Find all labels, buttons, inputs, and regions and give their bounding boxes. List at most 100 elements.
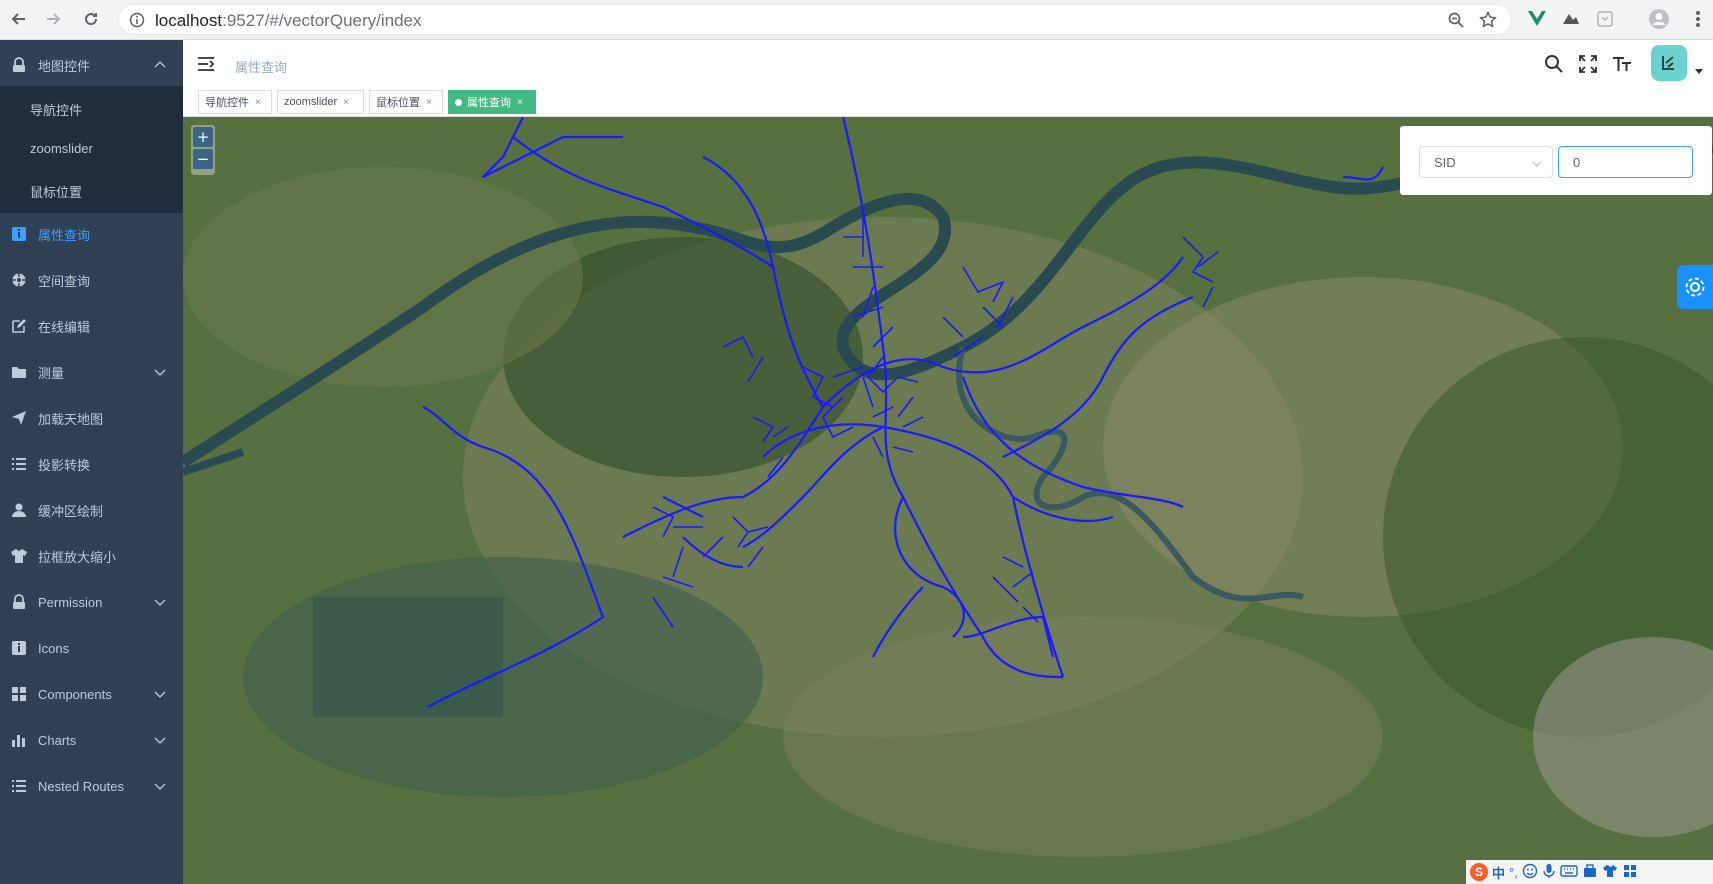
skin-shirt-icon[interactable] [1602, 863, 1618, 882]
sidebar-subitem-item-3[interactable]: 鼠标位置 [0, 168, 183, 213]
emoji-icon[interactable] [1522, 863, 1538, 882]
breadcrumb: 属性查询 [235, 60, 288, 75]
sidebar-item-item-7[interactable]: 测量 [0, 347, 183, 397]
zoom-control: + − [191, 125, 215, 175]
close-icon[interactable]: × [426, 97, 432, 108]
gear-icon [1685, 277, 1705, 297]
ime-language-toggle[interactable]: 中 [1492, 863, 1505, 882]
edit-icon [12, 319, 26, 333]
back-icon[interactable] [6, 6, 32, 32]
close-icon[interactable]: × [517, 97, 523, 108]
chart-icon [12, 735, 25, 747]
toolbox-icon[interactable] [1582, 863, 1598, 882]
zoom-in-button[interactable]: + [193, 127, 213, 147]
sidebar-item-charts[interactable]: Charts [0, 715, 183, 765]
satellite-map-svg [183, 117, 1713, 884]
sidebar-item-nested-routes[interactable]: Nested Routes [0, 761, 183, 811]
sidebar-item-item-4[interactable]: 属性查询 [0, 209, 183, 259]
chevron-down-icon [154, 783, 166, 790]
sidebar-item-label: 在线编辑 [38, 319, 91, 335]
settings-float-button[interactable] [1677, 265, 1713, 309]
sidebar-item-icons[interactable]: Icons [0, 623, 183, 673]
zoom-out-button[interactable]: − [193, 149, 213, 169]
reload-icon[interactable] [78, 6, 104, 32]
grid-icon [12, 687, 26, 701]
attribute-query-panel: SID [1400, 126, 1712, 195]
microphone-icon[interactable] [1542, 863, 1556, 882]
sidebar-item-label: 拉框放大缩小 [38, 549, 117, 565]
font-size-icon[interactable] [1612, 53, 1632, 78]
tag-label: 鼠标位置 [376, 97, 420, 109]
bookmark-star-icon[interactable] [1479, 10, 1497, 34]
send-icon [12, 411, 26, 425]
info-circle-icon[interactable] [129, 12, 145, 33]
tag-1[interactable]: 导航控件 × [198, 90, 272, 114]
top-navbar: 属性查询 [183, 40, 1713, 90]
sidebar-item-permission[interactable]: Permission [0, 577, 183, 627]
info-icon [12, 227, 26, 241]
sidebar-item-item-10[interactable]: 缓冲区绘制 [0, 485, 183, 535]
sidebar-subitem-label: zoomslider [30, 141, 93, 156]
sidebar-item-label: Icons [38, 640, 70, 656]
vue-devtools-icon[interactable] [1524, 6, 1550, 32]
tags-view: 导航控件 × zoomslider × 鼠标位置 × 属性查询 × [183, 88, 1713, 117]
tag-2[interactable]: zoomslider × [277, 90, 364, 114]
address-bar[interactable]: localhost:9527/#/vectorQuery/index [118, 4, 1512, 35]
fullscreen-icon[interactable] [1578, 54, 1598, 79]
sidebar-item-item-8[interactable]: 加载天地图 [0, 393, 183, 443]
list-icon [12, 780, 26, 792]
sidebar-item-label: Nested Routes [38, 778, 124, 794]
sidebar-subitem-zoomslider[interactable]: zoomslider [0, 127, 183, 172]
url-text: localhost:9527/#/vectorQuery/index [155, 11, 422, 30]
sidebar-item-item-9[interactable]: 投影转换 [0, 439, 183, 489]
search-icon[interactable] [1544, 54, 1564, 79]
tag-3[interactable]: 鼠标位置 × [369, 90, 443, 114]
ime-toolbar: S 中 °, [1466, 860, 1713, 884]
hamburger-toggle-icon[interactable] [197, 56, 215, 77]
info-icon [12, 641, 26, 655]
sidebar-item-label: Charts [38, 732, 77, 748]
sidebar-item-item-6[interactable]: 在线编辑 [0, 301, 183, 351]
sidebar-subitem-item-1[interactable]: 导航控件 [0, 86, 183, 131]
sogou-ime-icon[interactable]: S [1470, 863, 1488, 881]
tag-label: 属性查询 [467, 97, 511, 109]
punctuation-icon[interactable]: °, [1509, 865, 1518, 880]
menu-kebab-icon[interactable] [1685, 6, 1711, 32]
chevron-down-icon [154, 369, 166, 376]
sidebar-item-item-11[interactable]: 拉框放大缩小 [0, 531, 183, 581]
close-icon[interactable]: × [343, 97, 349, 108]
map-canvas[interactable] [183, 117, 1713, 884]
caret-down-icon[interactable] [1695, 62, 1703, 80]
sidebar-item-item-5[interactable]: 空间查询 [0, 255, 183, 305]
active-dot-icon [455, 98, 462, 106]
profile-avatar-icon[interactable] [1646, 6, 1672, 32]
zoom-magnifier-icon[interactable] [1447, 11, 1465, 34]
sidebar-item-label: 加载天地图 [38, 411, 104, 427]
extension-icon[interactable] [1558, 6, 1584, 32]
close-icon[interactable]: × [255, 97, 261, 108]
sidebar-item-label: 测量 [38, 365, 65, 381]
lock-icon [13, 57, 25, 72]
sidebar-item-components[interactable]: Components [0, 669, 183, 719]
list-icon [12, 458, 26, 470]
sidebar-subitem-label: 导航控件 [30, 103, 83, 118]
pocket-extension-icon[interactable] [1592, 6, 1618, 32]
sidebar: 地图控件导航控件 zoomslider 鼠标位置属性查询空间查询在线编辑测量加载天地… [0, 40, 183, 884]
field-select[interactable]: SID [1419, 146, 1553, 178]
sidebar-item-label: 地图控件 [38, 58, 91, 74]
sidebar-item-label: 缓冲区绘制 [38, 503, 104, 519]
sidebar-item-label: Permission [38, 594, 103, 610]
sidebar-item-label: 空间查询 [38, 273, 91, 289]
user-icon [12, 503, 26, 517]
forward-icon[interactable] [40, 6, 66, 32]
query-value-input[interactable] [1558, 146, 1693, 178]
grid-menu-icon[interactable] [1622, 863, 1638, 882]
sidebar-item-item-0[interactable]: 地图控件 [0, 40, 183, 90]
folder-icon [12, 367, 26, 378]
sidebar-subitem-label: 鼠标位置 [30, 185, 83, 200]
user-avatar[interactable] [1651, 45, 1687, 81]
sidebar-item-label: 投影转换 [38, 457, 91, 473]
tag-4[interactable]: 属性查询 × [448, 90, 536, 114]
keyboard-icon[interactable] [1560, 864, 1578, 881]
lock-icon [13, 594, 25, 609]
